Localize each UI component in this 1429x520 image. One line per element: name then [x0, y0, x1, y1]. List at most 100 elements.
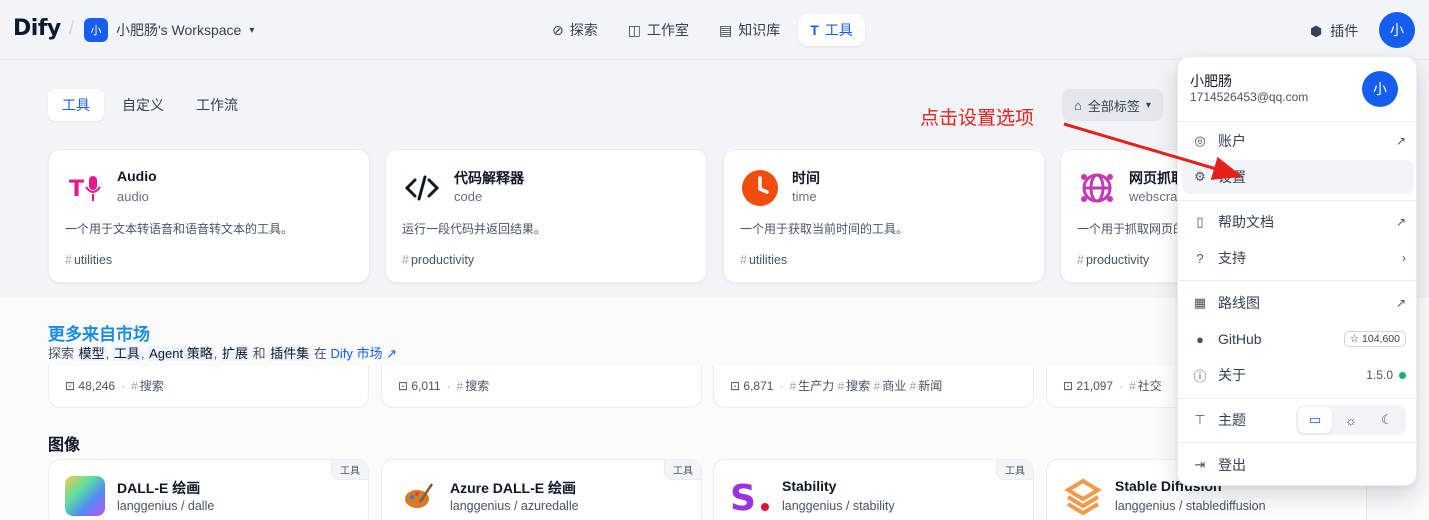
plugins-button[interactable]: ⬢ 插件 — [1310, 21, 1358, 41]
chevron-down-icon: ▾ — [249, 24, 255, 36]
moon-icon[interactable]: ☾ — [1370, 407, 1404, 433]
market-category[interactable]: 模型 — [77, 346, 106, 361]
divider — [1178, 121, 1418, 122]
tab-custom[interactable]: 自定义 — [108, 89, 178, 121]
tool-tag: # productivity — [1077, 253, 1150, 267]
plugin-title: DALL-E 绘画 — [117, 480, 201, 496]
external-link-icon: ↗ — [1395, 215, 1406, 229]
workspace-switcher[interactable]: 小 小肥肠's Workspace ▾ — [84, 18, 254, 42]
image-plugin-card[interactable]: S Stability langgenius / stability 工具 — [713, 459, 1034, 520]
user-avatar-button[interactable]: 小 — [1379, 12, 1415, 48]
marketplace-card[interactable]: ⊡ 6,871 · # 生产力 # 搜索 # 商业 # 新闻 — [713, 366, 1034, 408]
user-dropdown-menu: 小肥肠 1714526453@qq.com 小 ◎ 账户 ↗ ⚙ 设置 ▯ 帮助… — [1177, 56, 1418, 486]
nav-studio-label: 工作室 — [646, 22, 689, 38]
menu-item-roadmap[interactable]: ▦ 路线图 ↗ — [1182, 286, 1414, 320]
tag-filter-label: 全部标签 — [1087, 98, 1140, 114]
marketplace-subtitle: 探索 模型, 工具, Agent 策略, 扩展 和 插件集 在 Dify 市场 … — [48, 346, 398, 361]
tab-tools[interactable]: 工具 — [48, 89, 104, 121]
menu-item-settings[interactable]: ⚙ 设置 — [1182, 160, 1414, 194]
menu-item-support[interactable]: ? 支持 › — [1182, 241, 1414, 275]
code-icon — [402, 168, 442, 208]
book-open-icon: ▯ — [1196, 214, 1204, 229]
github-icon: ● — [1196, 331, 1204, 347]
tool-subtitle: audio — [117, 189, 149, 204]
image-plugin-card[interactable]: Azure DALL-E 绘画 langgenius / azuredalle … — [381, 459, 702, 520]
menu-item-logout[interactable]: ⇥ 登出 — [1182, 448, 1414, 482]
tool-description: 一个用于获取当前时间的工具。 — [740, 222, 909, 236]
menu-item-github[interactable]: ● GitHub ☆ 104,600 — [1182, 322, 1414, 356]
tool-card-audio[interactable]: T Audio audio 一个用于文本转语音和语音转文本的工具。 # utili… — [48, 149, 370, 283]
menu-item-about[interactable]: ⓘ 关于 1.5.0 — [1182, 358, 1414, 392]
nav-knowledge[interactable]: ▤ 知识库 — [707, 14, 792, 46]
menu-item-label: 主题 — [1218, 412, 1246, 428]
menu-item-label: GitHub — [1218, 331, 1262, 347]
nav-tools[interactable]: T 工具 — [798, 14, 865, 46]
tool-card-time[interactable]: 时间 time 一个用于获取当前时间的工具。 # utilities — [723, 149, 1045, 283]
sun-icon[interactable]: ☼ — [1334, 407, 1368, 433]
marketplace-card[interactable]: ⊡ 48,246 · # 搜索 — [48, 366, 369, 408]
tab-workflow[interactable]: 工作流 — [182, 89, 252, 121]
top-bar: Dify / 小 小肥肠's Workspace ▾ ⊘ 探索 ◫ 工作室 ▤ … — [0, 0, 1429, 60]
menu-item-label: 设置 — [1218, 169, 1246, 185]
tool-tag: # productivity — [402, 253, 475, 267]
image-section-title: 图像 — [48, 437, 81, 454]
plugin-title: Azure DALL-E 绘画 — [450, 480, 576, 496]
menu-item-label: 路线图 — [1218, 295, 1260, 311]
tool-icon: T — [810, 22, 819, 38]
menu-item-label: 帮助文档 — [1218, 214, 1274, 230]
tag-filter-dropdown[interactable]: ⌂ 全部标签 ▾ — [1062, 89, 1163, 121]
download-icon: ⊡ — [730, 379, 741, 393]
menu-user-name: 小肥肠 — [1190, 73, 1232, 89]
marketplace-card-meta: ⊡ 6,011 · # 搜索 — [398, 379, 490, 393]
download-icon: ⊡ — [65, 379, 76, 393]
download-icon: ⊡ — [398, 379, 409, 393]
image-plugin-card[interactable]: DALL-E 绘画 langgenius / dalle 工具 — [48, 459, 369, 520]
tag-icon: ⌂ — [1074, 97, 1082, 113]
svg-text:S: S — [730, 478, 756, 516]
dify-marketplace-link[interactable]: Dify 市场 ↗ — [331, 346, 398, 361]
info-icon: ⓘ — [1193, 368, 1207, 384]
divider — [1178, 398, 1418, 399]
audio-icon: T — [65, 168, 105, 208]
market-category[interactable]: 工具 — [112, 346, 141, 361]
annotation-text: 点击设置选项 — [920, 107, 1035, 129]
marketplace-card[interactable]: ⊡ 6,011 · # 搜索 — [381, 366, 702, 408]
market-category[interactable]: Agent 策略 — [148, 346, 214, 361]
divider — [1178, 200, 1418, 201]
nav-explore[interactable]: ⊘ 探索 — [540, 14, 610, 46]
map-icon: ▦ — [1193, 295, 1207, 310]
status-dot — [1399, 371, 1406, 379]
version-text: 1.5.0 — [1366, 368, 1393, 382]
marketplace-card-meta: ⊡ 6,871 · # 生产力 # 搜索 # 商业 # 新闻 — [730, 379, 943, 393]
dalle-icon — [65, 476, 105, 516]
market-category[interactable]: 扩展 — [220, 346, 249, 361]
menu-item-label: 支持 — [1218, 250, 1246, 266]
marketplace-title: 更多来自市场 — [48, 325, 150, 344]
cube-icon: ⬢ — [1310, 22, 1323, 39]
download-icon: ⊡ — [1063, 379, 1074, 393]
menu-item-label: 登出 — [1218, 457, 1246, 473]
theme-toggle: ▭ ☼ ☾ — [1296, 405, 1406, 435]
globe-icon — [1077, 168, 1117, 208]
explore-icon: ⊘ — [552, 21, 564, 38]
tool-description: 一个用于文本转语音和语音转文本的工具。 — [65, 222, 294, 236]
shirt-icon: ⊤ — [1194, 412, 1206, 427]
market-category[interactable]: 插件集 — [269, 346, 311, 361]
menu-avatar: 小 — [1362, 71, 1398, 107]
tool-card-code[interactable]: 代码解释器 code 运行一段代码并返回结果。 # productivity — [385, 149, 707, 283]
tool-subtitle: time — [792, 189, 817, 204]
menu-item-account[interactable]: ◎ 账户 ↗ — [1182, 124, 1414, 158]
svg-text:T: T — [69, 177, 84, 202]
monitor-icon[interactable]: ▭ — [1298, 407, 1332, 433]
menu-item-theme: ⊤ 主题 ▭ ☼ ☾ — [1182, 403, 1414, 437]
breadcrumb-separator: / — [69, 18, 75, 38]
dify-logo[interactable]: Dify — [13, 16, 61, 41]
nav-knowledge-label: 知识库 — [738, 22, 781, 38]
menu-item-help-docs[interactable]: ▯ 帮助文档 ↗ — [1182, 205, 1414, 239]
external-link-icon: ↗ — [1395, 296, 1406, 310]
nav-studio[interactable]: ◫ 工作室 — [616, 14, 701, 46]
divider — [1178, 442, 1418, 443]
stability-icon: S — [730, 476, 770, 516]
logout-icon: ⇥ — [1194, 457, 1206, 472]
book-icon: ▤ — [718, 21, 733, 38]
